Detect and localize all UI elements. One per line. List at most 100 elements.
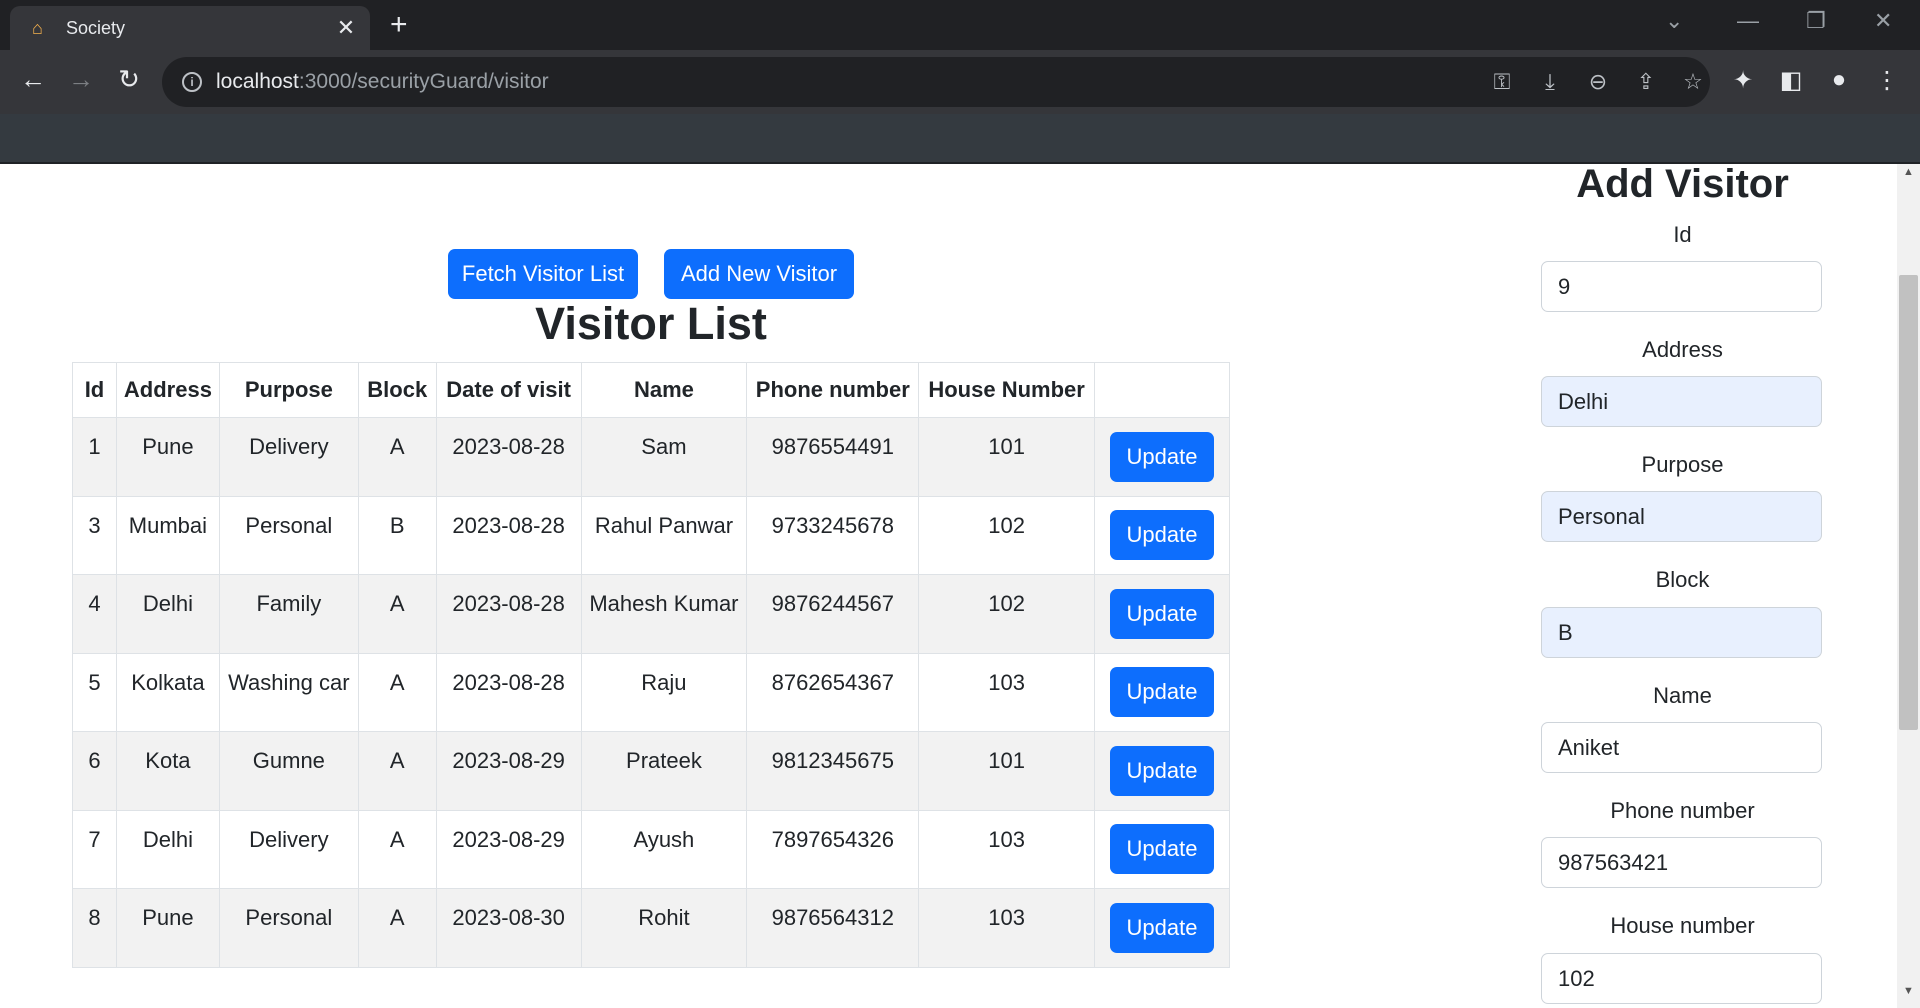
purpose-field[interactable]: Personal <box>1541 491 1822 542</box>
header-purpose: Purpose <box>218 362 359 418</box>
bookmark-star-icon[interactable]: ☆ <box>1679 69 1707 95</box>
browser-toolbar: ← → ↻ i localhost:3000/securityGuard/vis… <box>0 50 1920 114</box>
update-button[interactable]: Update <box>1110 902 1214 953</box>
tab-search-icon[interactable]: ⌄ <box>1665 8 1683 34</box>
header-action <box>1094 362 1230 418</box>
cell-date: 2023-08-29 <box>435 731 582 811</box>
cell-purpose: Washing car <box>218 652 359 732</box>
minimize-icon[interactable]: — <box>1737 8 1759 34</box>
new-tab-icon[interactable]: + <box>390 10 408 40</box>
browser-tab[interactable]: ⌂ Society ✕ <box>10 6 370 50</box>
cell-block: A <box>357 417 437 497</box>
update-button[interactable]: Update <box>1110 588 1214 639</box>
cell-house: 103 <box>918 809 1095 889</box>
cell-name: Rahul Panwar <box>580 495 748 575</box>
site-info-icon[interactable]: i <box>182 72 202 92</box>
cell-date: 2023-08-28 <box>435 495 582 575</box>
menu-icon[interactable]: ⋮ <box>1872 66 1902 95</box>
visitor-table: Id Address Purpose Block Date of visit N… <box>72 362 1230 968</box>
cell-house: 101 <box>918 731 1095 811</box>
address-bar[interactable]: i localhost:3000/securityGuard/visitor ⚿… <box>162 57 1710 107</box>
cell-id: 5 <box>72 652 117 732</box>
cell-name: Mahesh Kumar <box>580 574 748 654</box>
house-number-label: House number <box>1610 913 1755 938</box>
address-field[interactable]: Delhi <box>1541 376 1822 427</box>
cell-address: Pune <box>115 417 220 497</box>
cell-block: B <box>357 495 437 575</box>
side-panel-icon[interactable]: ◧ <box>1776 66 1806 95</box>
close-tab-icon[interactable]: ✕ <box>334 15 358 41</box>
update-button[interactable]: Update <box>1110 431 1214 482</box>
cell-date: 2023-08-29 <box>435 809 582 889</box>
table-row: 5 Kolkata Washing car A 2023-08-28 Raju … <box>72 652 1230 732</box>
close-window-icon[interactable]: ✕ <box>1874 8 1892 34</box>
cell-phone: 9876244567 <box>746 574 920 654</box>
tab-title: Society <box>66 17 126 38</box>
cell-action: Update <box>1094 574 1230 654</box>
block-label: Block <box>1655 567 1710 592</box>
cell-phone: 9876554491 <box>746 417 920 497</box>
header-date: Date of visit <box>435 362 582 418</box>
update-button[interactable]: Update <box>1110 824 1214 875</box>
cell-action: Update <box>1094 495 1230 575</box>
scroll-down-arrow-icon[interactable]: ▼ <box>1899 985 1918 997</box>
header-address: Address <box>115 362 220 418</box>
cell-address: Pune <box>115 888 220 968</box>
name-field[interactable]: Aniket <box>1541 722 1822 773</box>
extensions-icon[interactable]: ✦ <box>1728 66 1758 95</box>
cell-phone: 8762654367 <box>746 652 920 732</box>
cell-id: 8 <box>72 888 117 968</box>
id-field[interactable]: 9 <box>1541 261 1822 312</box>
header-phone: Phone number <box>746 362 920 418</box>
cell-address: Kolkata <box>115 652 220 732</box>
cell-action: Update <box>1094 417 1230 497</box>
cell-action: Update <box>1094 652 1230 732</box>
table-row: 8 Pune Personal A 2023-08-30 Rohit 98765… <box>72 888 1230 968</box>
cell-purpose: Delivery <box>218 809 359 889</box>
house-icon: ⌂ <box>32 18 43 38</box>
visitor-list-title: Visitor List <box>535 298 767 349</box>
cell-name: Ayush <box>580 809 748 889</box>
add-visitor-title: Add Visitor <box>1576 162 1789 206</box>
zoom-out-icon[interactable]: ⊖ <box>1584 69 1612 95</box>
update-button[interactable]: Update <box>1110 510 1214 561</box>
cell-action: Update <box>1094 888 1230 968</box>
scrollbar-thumb[interactable] <box>1899 275 1918 730</box>
app-navbar <box>0 114 1920 164</box>
profile-icon[interactable]: ● <box>1824 66 1854 94</box>
update-button[interactable]: Update <box>1110 745 1214 796</box>
cell-block: A <box>357 888 437 968</box>
purpose-label: Purpose <box>1641 452 1724 477</box>
update-button[interactable]: Update <box>1110 667 1214 718</box>
cell-phone: 9876564312 <box>746 888 920 968</box>
cell-house: 103 <box>918 888 1095 968</box>
header-block: Block <box>357 362 437 418</box>
back-icon[interactable]: ← <box>16 64 50 94</box>
reload-icon[interactable]: ↻ <box>112 64 146 94</box>
cell-id: 1 <box>72 417 117 497</box>
block-field[interactable]: B <box>1541 607 1822 658</box>
restore-icon[interactable]: ❐ <box>1806 8 1826 34</box>
cell-phone: 9733245678 <box>746 495 920 575</box>
cell-name: Prateek <box>580 731 748 811</box>
cell-date: 2023-08-28 <box>435 652 582 732</box>
phone-field[interactable]: 987563421 <box>1541 837 1822 888</box>
cell-id: 3 <box>72 495 117 575</box>
house-number-field[interactable]: 102 <box>1541 953 1822 1004</box>
cell-house: 101 <box>918 417 1095 497</box>
forward-icon[interactable]: → <box>64 64 98 94</box>
share-icon[interactable]: ⇪ <box>1632 69 1660 95</box>
cell-purpose: Personal <box>218 495 359 575</box>
browser-tab-bar: ⌂ Society ✕ + ⌄ — ❐ ✕ <box>0 0 1920 50</box>
address-label: Address <box>1642 337 1723 362</box>
fetch-visitor-list-button[interactable]: Fetch Visitor List <box>448 249 638 299</box>
scroll-up-arrow-icon[interactable]: ▲ <box>1899 166 1918 178</box>
add-new-visitor-button[interactable]: Add New Visitor <box>664 249 854 299</box>
cell-action: Update <box>1094 731 1230 811</box>
cell-date: 2023-08-28 <box>435 574 582 654</box>
cell-name: Raju <box>580 652 748 732</box>
install-icon[interactable]: ⤓ <box>1536 69 1564 95</box>
cell-block: A <box>357 652 437 732</box>
cell-block: A <box>357 731 437 811</box>
key-icon[interactable]: ⚿ <box>1488 69 1516 95</box>
